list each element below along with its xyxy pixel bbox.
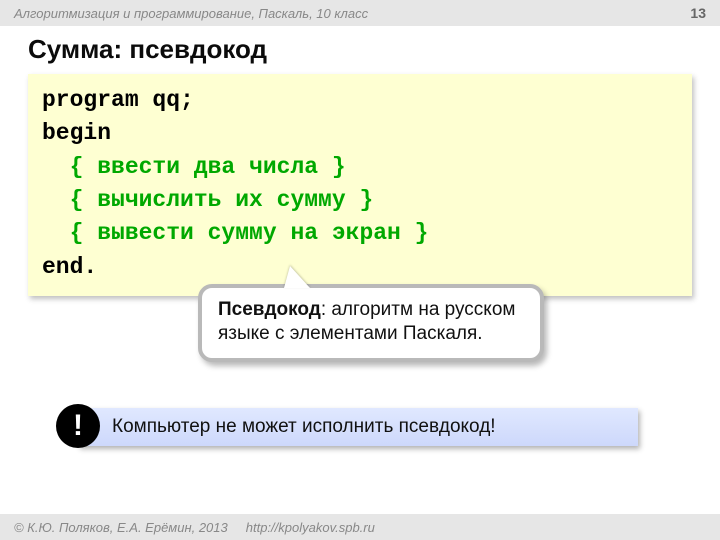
code-comment: { вычислить их сумму } xyxy=(42,187,373,213)
copyright: © К.Ю. Поляков, Е.А. Ерёмин, 2013 xyxy=(14,520,228,535)
callout-term: Псевдокод xyxy=(218,299,321,320)
footer-url: http://kpolyakov.spb.ru xyxy=(246,520,375,535)
code-line: program qq; xyxy=(42,87,194,113)
page-number: 13 xyxy=(690,5,706,21)
callout: Псевдокод: алгоритм на русском языке с э… xyxy=(198,284,544,362)
callout-tail-icon xyxy=(284,266,310,288)
slide-header: Алгоритмизация и программирование, Паска… xyxy=(0,0,720,26)
code-comment: { вывести сумму на экран } xyxy=(42,220,428,246)
code-block: program qq; begin { ввести два числа } {… xyxy=(28,74,692,296)
slide-title: Сумма: псевдокод xyxy=(28,34,267,65)
code-line: begin xyxy=(42,120,111,146)
code-line: end. xyxy=(42,254,97,280)
code-comment: { ввести два числа } xyxy=(42,154,346,180)
callout-box: Псевдокод: алгоритм на русском языке с э… xyxy=(198,284,544,362)
notice-bar: ! Компьютер не может исполнить псевдокод… xyxy=(78,408,638,446)
notice-text: Компьютер не может исполнить псевдокод! xyxy=(112,416,496,438)
exclamation-icon: ! xyxy=(56,404,100,448)
slide-footer: © К.Ю. Поляков, Е.А. Ерёмин, 2013 http:/… xyxy=(0,514,720,540)
course-line: Алгоритмизация и программирование, Паска… xyxy=(14,6,368,21)
